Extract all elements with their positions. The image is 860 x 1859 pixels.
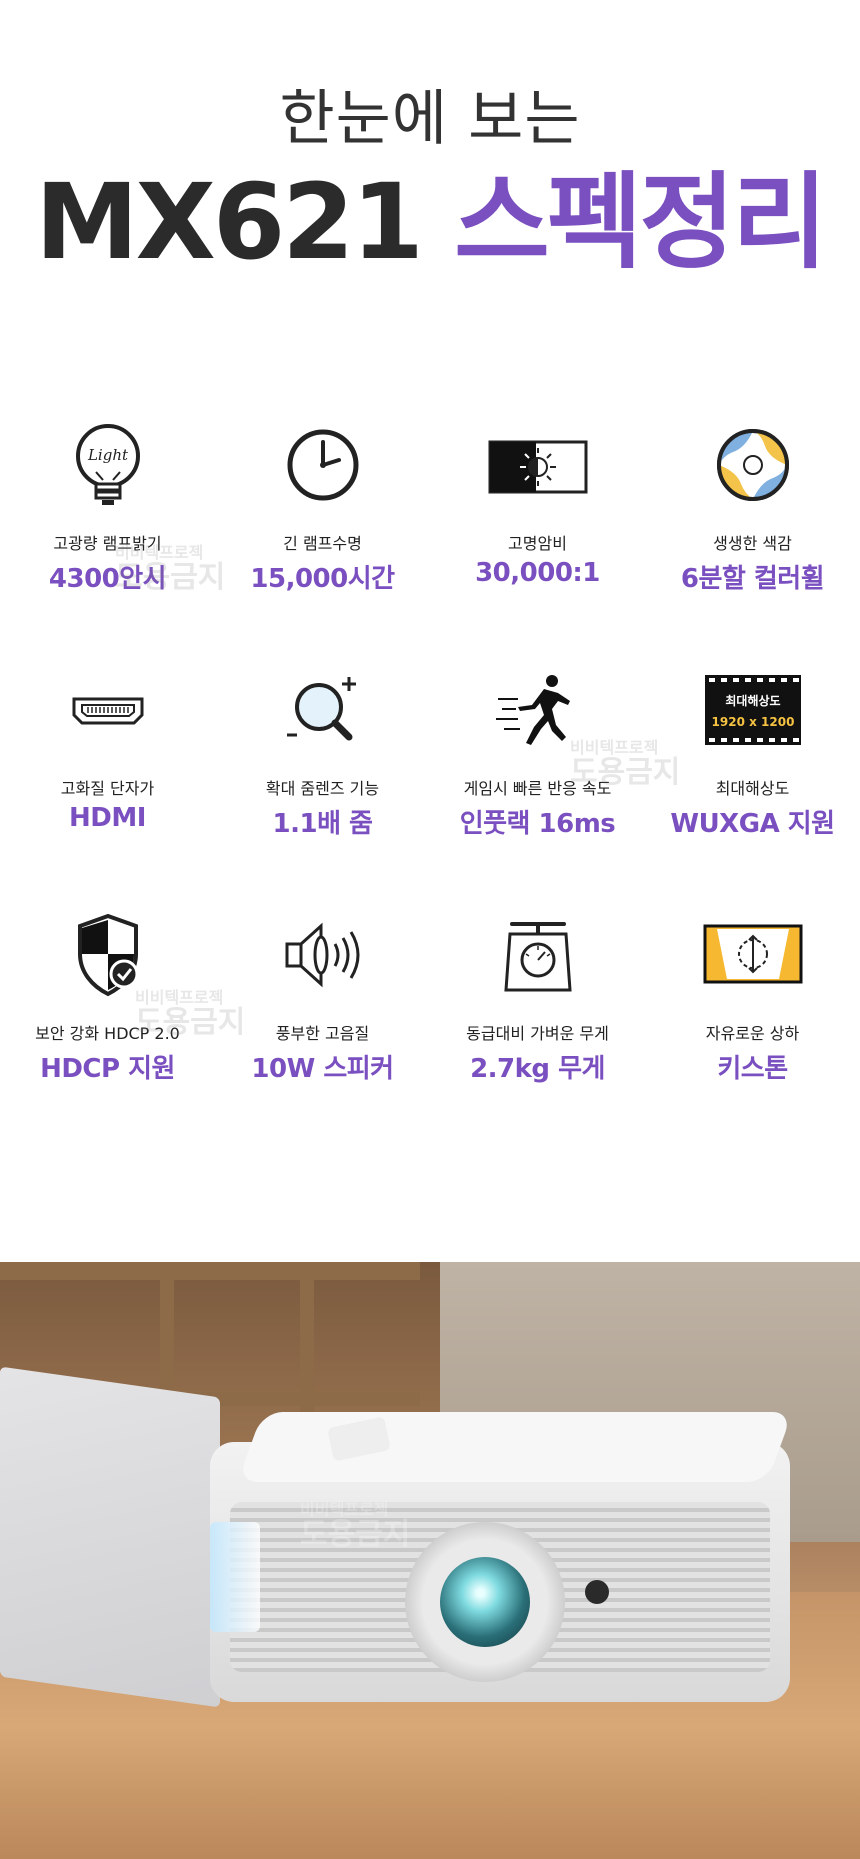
running-man-icon [488, 665, 588, 755]
ir-sensor [585, 1580, 609, 1604]
spec-value: 2.7kg 무게 [470, 1054, 605, 1084]
spec-label: 최대해상도 [715, 779, 790, 798]
keystone-icon [703, 910, 803, 1000]
bookshelf [0, 1262, 420, 1280]
spec-row: Light 고광량 램프밝기 4300안시 긴 램프수명 15,000시간 고명… [0, 420, 860, 650]
hdmi-port-icon [58, 665, 158, 755]
spec-item-hdmi: 고화질 단자가 HDMI [0, 665, 215, 833]
spec-item-hdcp: 보안 강화 HDCP 2.0 HDCP 지원 [0, 910, 215, 1085]
spec-item-input-lag: 게임시 빠른 반응 속도 인풋랙 16ms [430, 665, 645, 840]
spec-value: 인풋랙 16ms [459, 809, 616, 839]
clock-icon [273, 420, 373, 510]
speaker-icon [273, 910, 373, 1000]
spec-value: 10W 스피커 [251, 1054, 394, 1084]
spec-value: WUXGA 지원 [670, 809, 835, 839]
spec-value: 6분할 컬러휠 [680, 564, 825, 594]
security-shield-icon [58, 910, 158, 1000]
spec-item-keystone: 자유로운 상하 키스톤 [645, 910, 860, 1085]
svg-text:Light: Light [86, 446, 128, 464]
spec-item-contrast: 고명암비 30,000:1 [430, 420, 645, 588]
color-wheel-icon [703, 420, 803, 510]
contrast-icon [488, 420, 588, 510]
spec-item-zoom: 확대 줌렌즈 기능 1.1배 줌 [215, 665, 430, 840]
page-subtitle: 한눈에 보는 [279, 84, 581, 154]
model-name: MX621 [35, 161, 424, 283]
title-accent: 스펙정리 [454, 161, 828, 283]
spec-item-lamp-life: 긴 램프수명 15,000시간 [215, 420, 430, 595]
spec-label: 생생한 색감 [713, 534, 792, 553]
spec-item-color: 생생한 색감 6분할 컬러휠 [645, 420, 860, 595]
svg-text:최대해상도: 최대해상도 [725, 693, 780, 708]
spec-value: 1.1배 줌 [272, 809, 373, 839]
spec-item-weight: 동급대비 가벼운 무게 2.7kg 무게 [430, 910, 645, 1085]
spec-value: HDCP 지원 [40, 1054, 175, 1084]
projector-light [210, 1522, 260, 1632]
page-title: MX621 스펙정리 [0, 165, 860, 279]
spec-value: 15,000시간 [250, 564, 395, 594]
laptop [0, 1366, 220, 1708]
spec-label: 보안 강화 HDCP 2.0 [35, 1024, 180, 1043]
product-photo: 비비텍프로젝 도용금지 [0, 1262, 860, 1859]
spec-label: 자유로운 상하 [705, 1024, 800, 1043]
projector-top [237, 1412, 793, 1482]
spec-label: 고광량 램프밝기 [53, 534, 162, 553]
spec-value: 4300안시 [48, 564, 167, 594]
spec-label: 확대 줌렌즈 기능 [265, 779, 380, 798]
spec-value: 30,000:1 [475, 558, 600, 588]
spec-item-resolution: 최대해상도 1920 x 1200 최대해상도 WUXGA 지원 [645, 665, 860, 840]
spec-label: 풍부한 고음질 [275, 1024, 370, 1043]
spec-label: 게임시 빠른 반응 속도 [463, 779, 612, 798]
spec-value: 키스톤 [717, 1054, 788, 1084]
lightbulb-icon: Light [58, 420, 158, 510]
spec-value: HDMI [69, 803, 146, 833]
spec-row: 고화질 단자가 HDMI 확대 줌렌즈 기능 1.1배 줌 게임시 빠른 반응 … [0, 665, 860, 895]
weighing-scale-icon [488, 910, 588, 1000]
film-resolution-icon: 최대해상도 1920 x 1200 [703, 665, 803, 755]
spec-item-brightness: Light 고광량 램프밝기 4300안시 [0, 420, 215, 595]
spec-label: 긴 램프수명 [283, 534, 362, 553]
projector-lens [440, 1557, 530, 1647]
svg-text:1920 x 1200: 1920 x 1200 [711, 715, 794, 729]
spec-item-speaker: 풍부한 고음질 10W 스피커 [215, 910, 430, 1085]
spec-label: 고명암비 [508, 534, 567, 553]
spec-label: 고화질 단자가 [60, 779, 155, 798]
spec-row: 보안 강화 HDCP 2.0 HDCP 지원 풍부한 고음질 10W 스피커 동… [0, 910, 860, 1140]
zoom-lens-icon [273, 665, 373, 755]
spec-label: 동급대비 가벼운 무게 [466, 1024, 609, 1043]
